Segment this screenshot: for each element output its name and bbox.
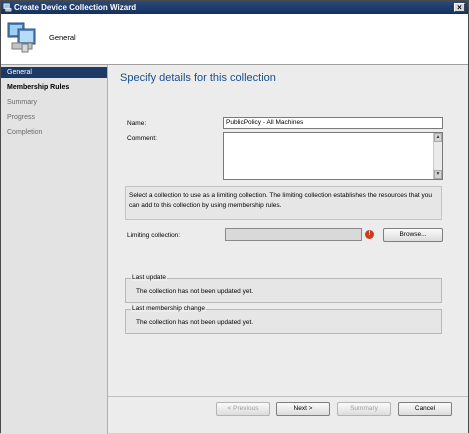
- wizard-window: Create Device Collection Wizard × Genera…: [0, 0, 469, 434]
- last-membership-group: Last membership change The collection ha…: [125, 305, 442, 334]
- nav-item-summary[interactable]: Summary: [1, 97, 107, 108]
- window-title: Create Device Collection Wizard: [14, 3, 137, 12]
- cancel-button[interactable]: Cancel: [398, 402, 452, 416]
- limiting-collection-label: Limiting collection:: [127, 232, 181, 239]
- wizard-app-icon: [3, 3, 12, 12]
- limiting-info-text: Select a collection to use as a limiting…: [129, 192, 433, 209]
- previous-button[interactable]: < Previous: [216, 402, 270, 416]
- comment-label: Comment:: [127, 135, 157, 142]
- error-icon: !: [365, 230, 374, 239]
- close-icon: ×: [457, 3, 462, 12]
- nav-item-completion[interactable]: Completion: [1, 127, 107, 138]
- last-membership-text: The collection has not been updated yet.: [136, 319, 254, 326]
- scroll-up-icon[interactable]: ▲: [434, 133, 442, 142]
- wizard-content: Specify details for this collection Name…: [108, 65, 468, 396]
- comment-field[interactable]: ▲ ▼: [223, 132, 443, 180]
- last-update-title: Last update: [131, 274, 167, 281]
- browse-button[interactable]: Browse...: [383, 228, 443, 242]
- wizard-nav: General Membership Rules Summary Progres…: [1, 65, 108, 434]
- page-title: General: [49, 33, 76, 42]
- wizard-header: General: [1, 14, 468, 65]
- content-heading: Specify details for this collection: [120, 72, 276, 84]
- title-bar[interactable]: Create Device Collection Wizard ×: [1, 1, 468, 14]
- last-membership-title: Last membership change: [131, 305, 206, 312]
- nav-item-membership-rules[interactable]: Membership Rules: [1, 82, 107, 93]
- comment-scrollbar[interactable]: ▲ ▼: [433, 133, 442, 179]
- nav-item-progress[interactable]: Progress: [1, 112, 107, 123]
- limiting-info-box: Select a collection to use as a limiting…: [125, 186, 442, 220]
- wizard-footer: < Previous Next > Summary Cancel: [108, 396, 468, 433]
- close-button[interactable]: ×: [454, 3, 465, 12]
- limiting-collection-field[interactable]: [225, 228, 362, 241]
- scroll-down-icon[interactable]: ▼: [434, 170, 442, 179]
- last-update-group: Last update The collection has not been …: [125, 274, 442, 303]
- nav-item-general[interactable]: General: [1, 67, 107, 78]
- last-update-text: The collection has not been updated yet.: [136, 288, 254, 295]
- name-label: Name:: [127, 120, 147, 127]
- next-button[interactable]: Next >: [276, 402, 330, 416]
- name-field[interactable]: PublicPolicy - All Machines: [223, 117, 443, 129]
- summary-button[interactable]: Summary: [337, 402, 391, 416]
- computers-icon: [7, 22, 36, 53]
